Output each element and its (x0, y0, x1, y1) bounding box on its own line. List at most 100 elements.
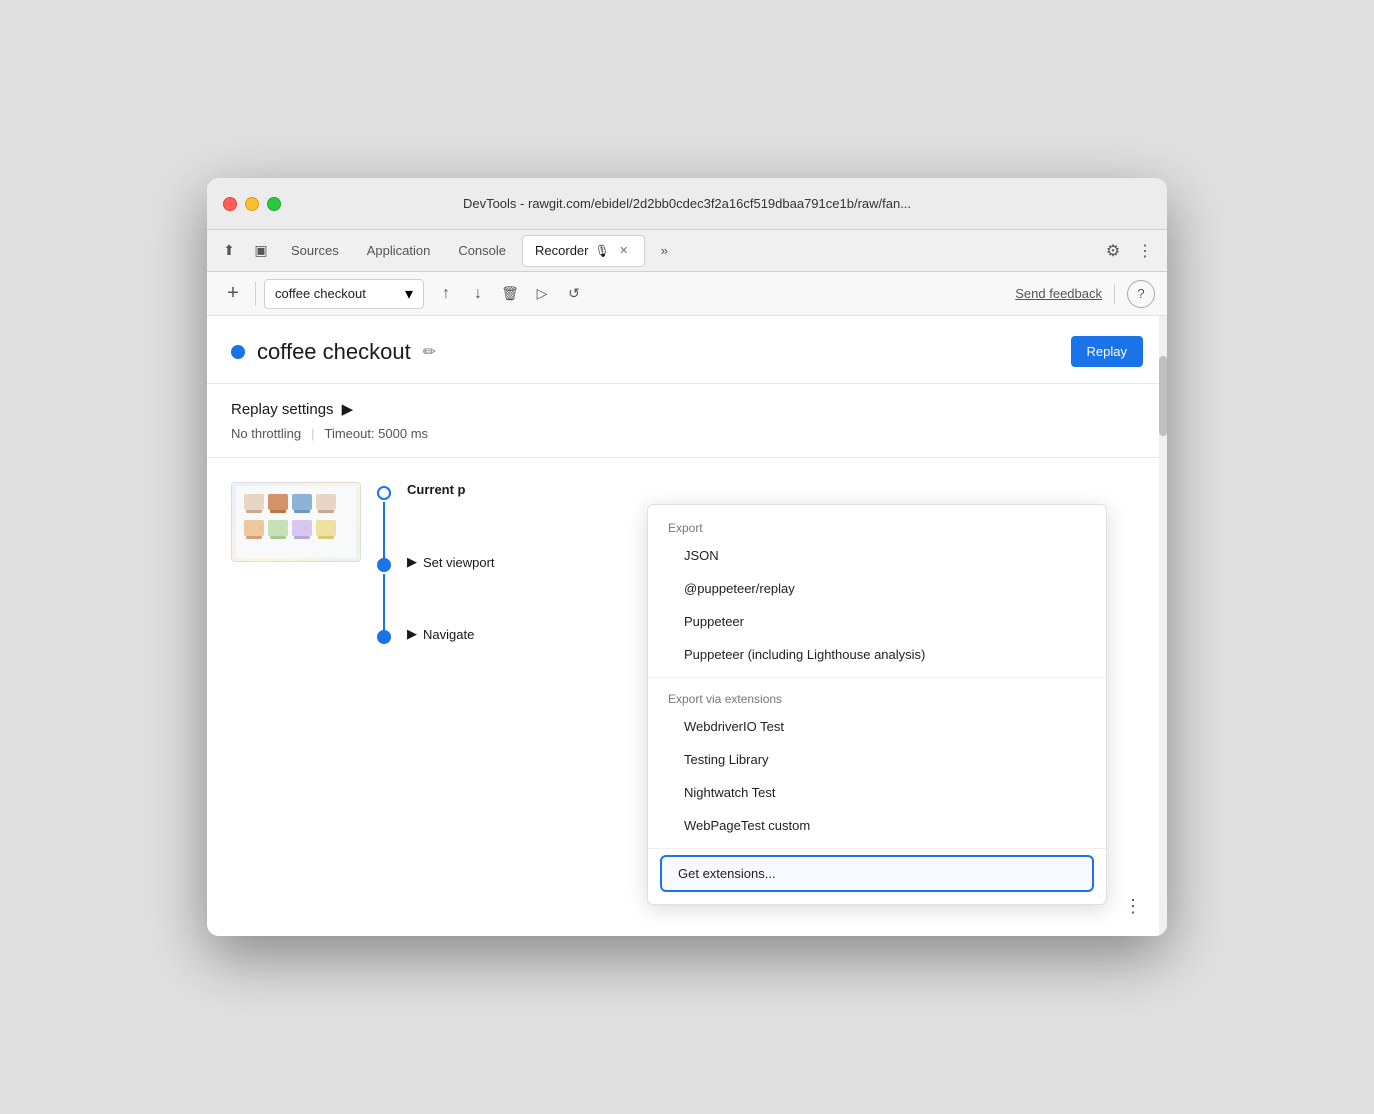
replay-all-label: Replay (1087, 344, 1127, 359)
back-nav-button[interactable]: ⬆ (215, 237, 243, 265)
export-json-item[interactable]: JSON (648, 539, 1106, 572)
menu-separator (648, 677, 1106, 678)
replay-all-button[interactable]: Replay (1071, 336, 1143, 367)
edit-title-icon[interactable]: ✏ (423, 342, 436, 362)
replay-settings-toggle[interactable]: Replay settings ▶ (231, 400, 1143, 418)
tab-sources[interactable]: Sources (279, 235, 351, 267)
recording-selector-name: coffee checkout (275, 286, 399, 301)
tab-more[interactable]: » (649, 235, 680, 267)
toolbar-actions: ↑ ↓ 🗑 ▷ ↺ (432, 280, 588, 308)
more-tabs-icon: » (661, 243, 668, 258)
timeline-content-current-page: Current p (407, 482, 1143, 501)
replay-icon: ↺ (568, 285, 580, 302)
gear-icon: ⚙ (1106, 241, 1120, 261)
settings-divider: | (311, 426, 314, 441)
tab-console[interactable]: Console (446, 235, 518, 267)
more-options-button[interactable]: ⋮ (1131, 237, 1159, 265)
tab-bar: ⬆ ▣ Sources Application Console Recorder… (207, 230, 1167, 272)
panel-icon: ▣ (254, 242, 267, 259)
close-button[interactable] (223, 197, 237, 211)
export-testing-library-item[interactable]: Testing Library (648, 743, 1106, 776)
maximize-button[interactable] (267, 197, 281, 211)
page-thumbnail (231, 482, 361, 562)
title-bar: DevTools - rawgit.com/ebidel/2d2bb0cdec3… (207, 178, 1167, 230)
recording-header: coffee checkout ✏ Replay (207, 316, 1167, 384)
export-dropdown: Export JSON @puppeteer/replay Puppeteer … (647, 504, 1107, 905)
main-content: coffee checkout ✏ Replay Replay settings… (207, 316, 1167, 936)
export-puppeteer-lighthouse-item[interactable]: Puppeteer (including Lighthouse analysis… (648, 638, 1106, 671)
trash-icon: 🗑 (501, 285, 519, 302)
export-nightwatch-item[interactable]: Nightwatch Test (648, 776, 1106, 809)
export-button[interactable]: ↑ (432, 280, 460, 308)
navigate-text: Navigate (423, 627, 474, 642)
throttling-value: No throttling (231, 426, 301, 441)
tab-bar-right: ⚙ ⋮ (1099, 237, 1159, 265)
set-viewport-text: Set viewport (423, 555, 495, 570)
play-step-button[interactable]: ▷ (528, 280, 556, 308)
download-icon: ↓ (474, 285, 482, 303)
send-feedback-link[interactable]: Send feedback (1015, 286, 1102, 301)
scrollbar-thumb[interactable] (1159, 356, 1167, 436)
recording-title: coffee checkout (257, 339, 411, 365)
chevron-down-icon: ▾ (405, 284, 413, 304)
menu-separator-2 (648, 848, 1106, 849)
help-button[interactable]: ? (1127, 280, 1155, 308)
export-webpagetest-item[interactable]: WebPageTest custom (648, 809, 1106, 842)
extensions-section-label: Export via extensions (648, 684, 1106, 710)
tab-console-label: Console (458, 243, 506, 258)
replay-settings-label: Replay settings (231, 401, 334, 418)
toolbar: + coffee checkout ▾ ↑ ↓ 🗑 ▷ ↺ Send (207, 272, 1167, 316)
settings-button[interactable]: ⚙ (1099, 237, 1127, 265)
devtools-window: DevTools - rawgit.com/ebidel/2d2bb0cdec3… (207, 178, 1167, 936)
export-puppeteer-item[interactable]: Puppeteer (648, 605, 1106, 638)
export-webdriverio-item[interactable]: WebdriverIO Test (648, 710, 1106, 743)
traffic-lights (223, 197, 281, 211)
timeline-connector-viewport (383, 574, 385, 634)
bottom-actions: ⋮ (1119, 892, 1147, 920)
more-actions-button[interactable]: ⋮ (1119, 892, 1147, 920)
timeline-line-navigate (377, 626, 391, 644)
cursor-icon: ⬆ (223, 242, 235, 259)
tab-close-recorder[interactable]: ✕ (616, 243, 632, 259)
delete-button[interactable]: 🗑 (496, 280, 524, 308)
recording-status-dot (231, 345, 245, 359)
replay-settings-details: No throttling | Timeout: 5000 ms (231, 426, 1143, 441)
toolbar-divider (255, 282, 256, 306)
get-extensions-item[interactable]: Get extensions... (660, 855, 1094, 892)
tab-application-label: Application (367, 243, 431, 258)
export-puppeteer-replay-item[interactable]: @puppeteer/replay (648, 572, 1106, 605)
expand-viewport-icon: ▶ (407, 554, 417, 570)
window-title: DevTools - rawgit.com/ebidel/2d2bb0cdec3… (463, 196, 911, 211)
download-button[interactable]: ↓ (464, 280, 492, 308)
tab-sources-label: Sources (291, 243, 339, 258)
upload-icon: ↑ (442, 285, 450, 303)
timeout-value: Timeout: 5000 ms (324, 426, 428, 441)
timeline-line-start (377, 482, 391, 562)
scrollbar[interactable] (1159, 316, 1167, 936)
tab-application[interactable]: Application (355, 235, 443, 267)
replay-settings-section: Replay settings ▶ No throttling | Timeou… (207, 384, 1167, 458)
export-section-label: Export (648, 513, 1106, 539)
timeline-circle-navigate (377, 630, 391, 644)
more-icon: ⋮ (1124, 896, 1142, 917)
thumbnail-svg (236, 486, 356, 558)
replay-button[interactable]: ↺ (560, 280, 588, 308)
current-page-label: Current p (407, 482, 1143, 497)
timeline-circle-viewport (377, 558, 391, 572)
recorder-badge: 🎙 (594, 244, 609, 258)
vertical-dots-icon: ⋮ (1137, 241, 1153, 261)
panel-nav-button[interactable]: ▣ (247, 237, 275, 265)
timeline-line-viewport (377, 554, 391, 634)
help-icon: ? (1137, 286, 1144, 301)
tab-recorder-label: Recorder (535, 243, 588, 258)
timeline-circle-top (377, 486, 391, 500)
play-icon: ▷ (537, 285, 548, 302)
tab-recorder[interactable]: Recorder 🎙 ✕ (522, 235, 645, 267)
timeline-connector (383, 502, 385, 562)
recording-selector[interactable]: coffee checkout ▾ (264, 279, 424, 309)
plus-icon: + (227, 282, 239, 305)
add-recording-button[interactable]: + (219, 280, 247, 308)
minimize-button[interactable] (245, 197, 259, 211)
expand-navigate-icon: ▶ (407, 626, 417, 642)
thumbnail-placeholder (232, 483, 360, 561)
